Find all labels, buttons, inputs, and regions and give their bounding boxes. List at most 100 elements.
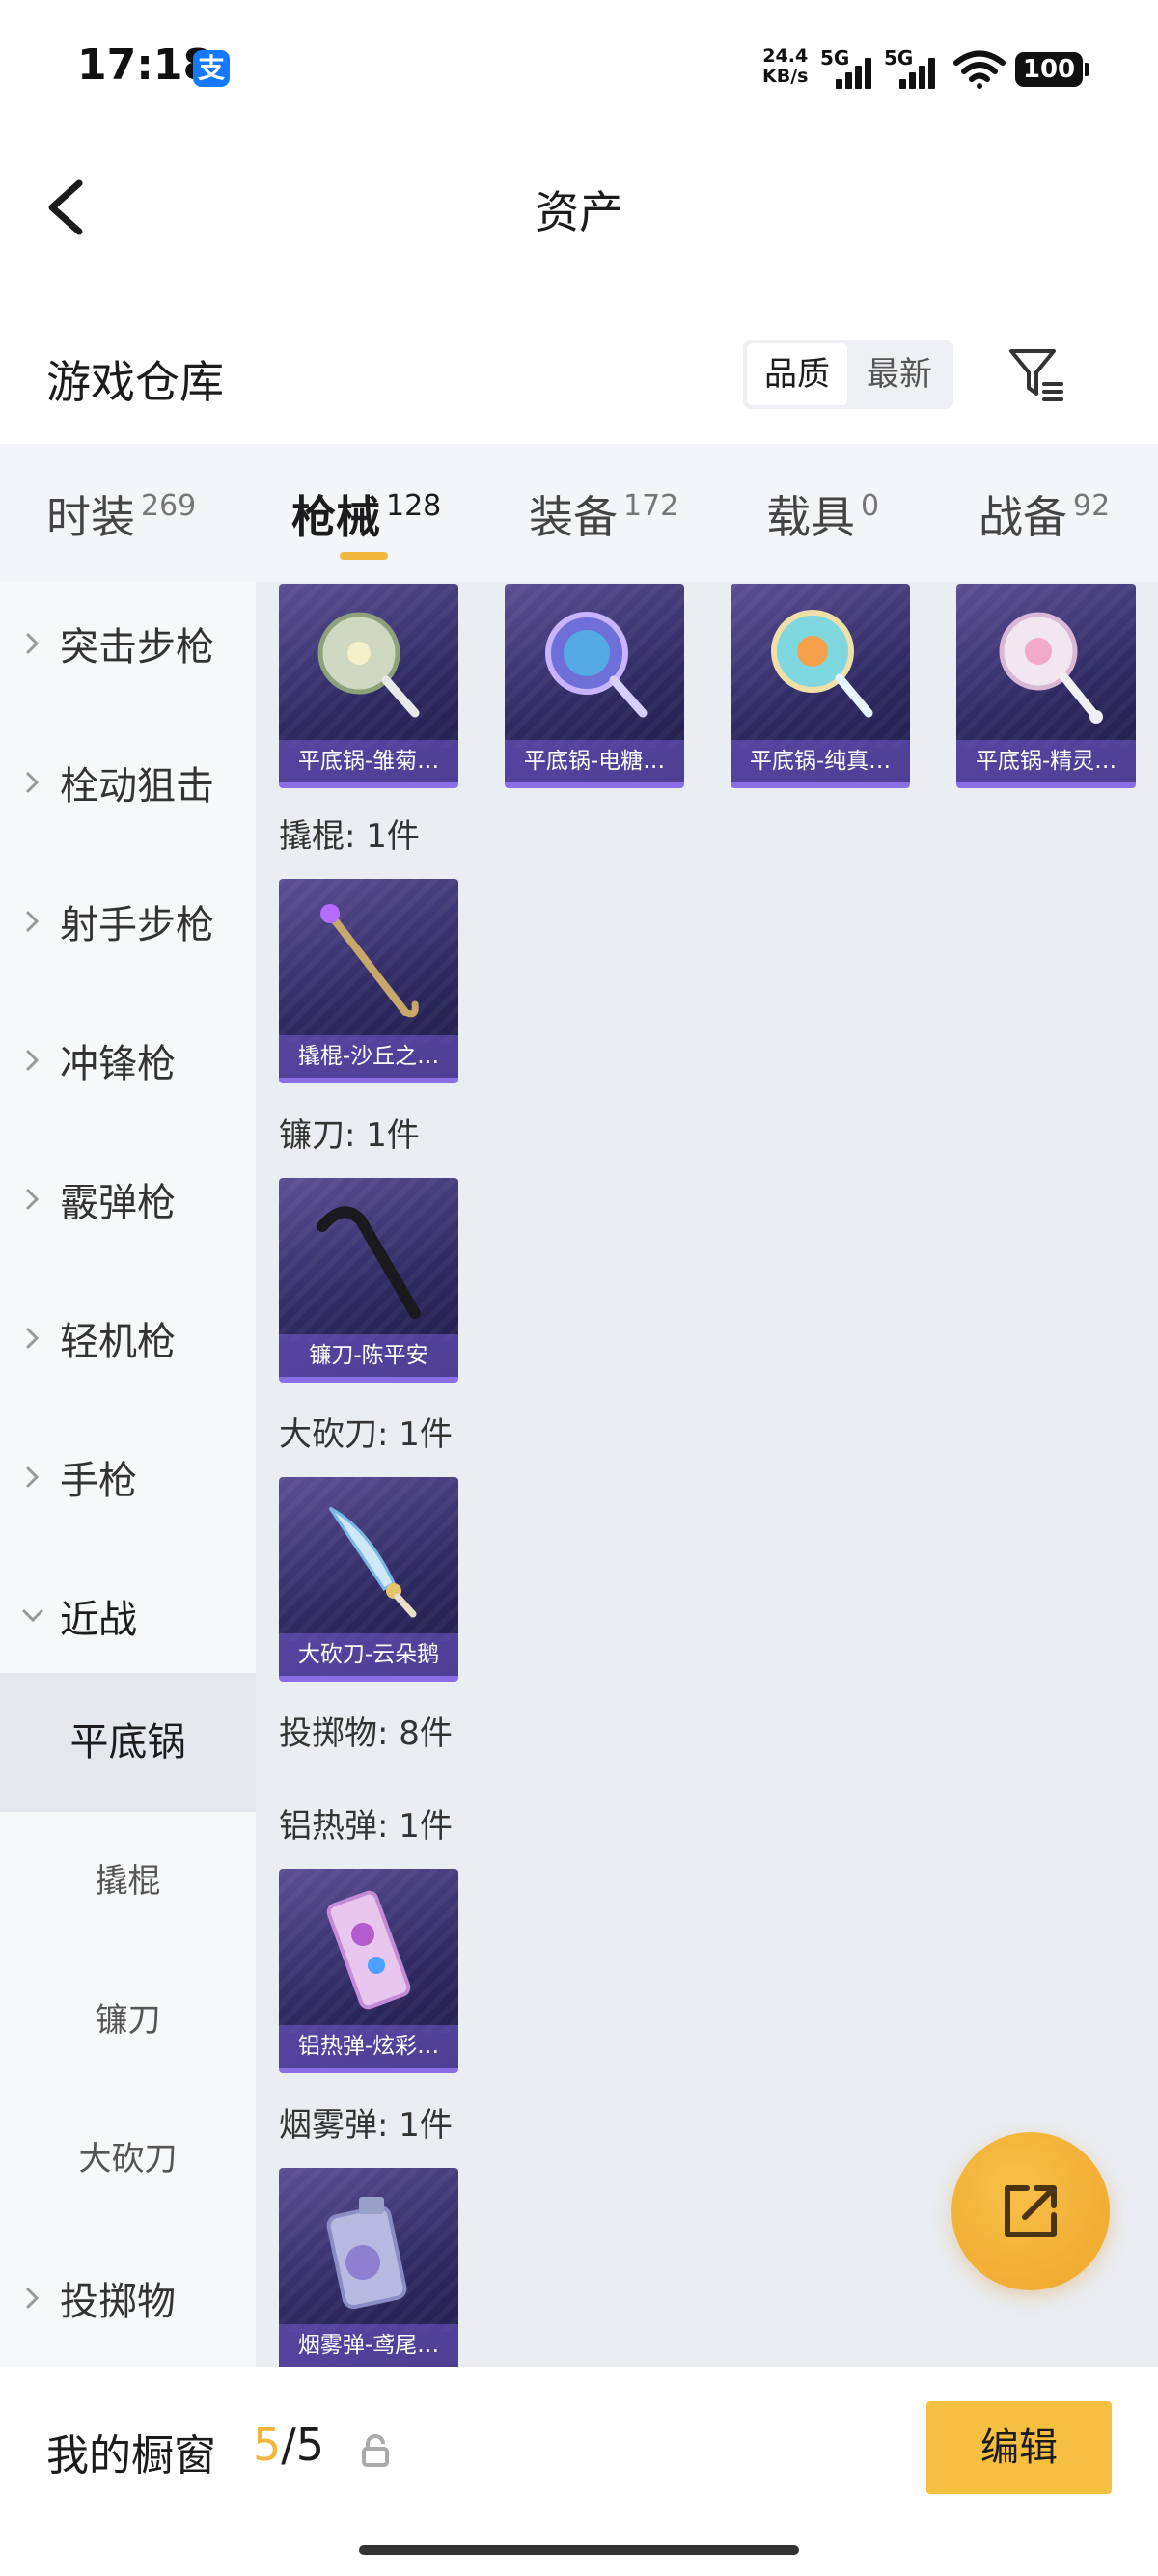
signal-1: 5G — [820, 46, 874, 89]
item-card[interactable]: 平底锅-纯真… — [731, 584, 910, 788]
page-title: 资产 — [535, 186, 623, 238]
sidebar: 突击步枪 栓动狙击 射手步枪 冲锋枪 霰弹枪 轻机枪 手枪 近战 平底锅 撬棍 … — [0, 582, 256, 2367]
chevron-right-icon — [26, 2288, 40, 2309]
filter-icon[interactable] — [1006, 343, 1067, 405]
chevron-down-icon — [22, 1609, 43, 1623]
daisy-pan-icon — [317, 612, 420, 718]
sidebar-item-pistol[interactable]: 手枪 — [0, 1408, 256, 1547]
sidebar-item-label: 轻机枪 — [60, 1320, 176, 1364]
candy-pan-icon — [545, 612, 648, 718]
chevron-right-icon — [26, 1328, 40, 1349]
net-speed: 24.4 KB/s — [762, 46, 808, 87]
category-tabs: 时装 269 枪械 128 装备 172 载具 0 战备 92 — [0, 444, 1158, 582]
sidebar-item-label: 手枪 — [60, 1459, 137, 1503]
item-grid: 平底锅-雏菊… 平底锅-电糖… 平底锅-纯真… 平底锅-精灵… 撬棍: 1件 撬… — [256, 582, 1158, 2367]
tab-label: 载具 — [766, 491, 855, 543]
item-caption: 铝热弹-炫彩… — [279, 2025, 458, 2068]
sort-option-quality[interactable]: 品质 — [747, 343, 847, 405]
item-card[interactable]: 平底锅-电糖… — [505, 584, 684, 788]
item-card[interactable]: 铝热弹-炫彩… — [279, 1869, 458, 2073]
item-caption: 平底锅-电糖… — [505, 740, 684, 782]
wifi-icon — [953, 50, 1006, 89]
item-caption: 大砍刀-云朵鹅 — [279, 1633, 458, 1676]
sidebar-item-label: 射手步枪 — [60, 903, 214, 947]
share-button[interactable] — [951, 2132, 1110, 2290]
signal-bars-icon — [834, 58, 874, 89]
sidebar-item-smg[interactable]: 冲锋枪 — [0, 991, 256, 1130]
net-speed-unit: KB/s — [762, 66, 809, 87]
item-card[interactable]: 平底锅-雏菊… — [279, 584, 458, 788]
battery-indicator: 100 — [1015, 52, 1089, 87]
tab-fashion[interactable]: 时装 269 — [46, 482, 196, 546]
item-caption: 镰刀-陈平安 — [279, 1334, 458, 1377]
sidebar-sub-crowbar[interactable]: 撬棍 — [0, 1812, 256, 1951]
tab-count: 172 — [623, 489, 679, 523]
sidebar-item-shotgun[interactable]: 霰弹枪 — [0, 1130, 256, 1269]
sidebar-sub-sickle[interactable]: 镰刀 — [0, 1951, 256, 2090]
showcase-label: 我的橱窗 — [46, 2431, 216, 2480]
section-title: 游戏仓库 — [46, 356, 224, 408]
item-card[interactable]: 平底锅-精灵… — [956, 584, 1136, 788]
fairy-pan-icon — [999, 612, 1103, 724]
tab-combat-supplies[interactable]: 战备 92 — [979, 482, 1110, 546]
item-caption: 平底锅-精灵… — [956, 740, 1136, 782]
sidebar-sub-frying-pan[interactable]: 平底锅 — [0, 1673, 256, 1812]
smoke-grenade-icon — [326, 2197, 407, 2310]
sidebar-sub-machete[interactable]: 大砍刀 — [0, 2090, 256, 2229]
sidebar-item-label: 霰弹枪 — [60, 1181, 176, 1225]
tab-label: 时装 — [46, 491, 135, 543]
alipay-icon: 支 — [193, 50, 230, 87]
chevron-right-icon — [26, 1050, 40, 1071]
sidebar-item-assault-rifle[interactable]: 突击步枪 — [0, 582, 256, 713]
sidebar-item-label: 突击步枪 — [60, 625, 214, 670]
active-tab-indicator — [340, 552, 388, 560]
group-label: 大砍刀: 1件 — [279, 1415, 453, 1454]
sickle-icon — [317, 1206, 421, 1319]
home-indicator[interactable] — [359, 2545, 799, 2555]
group-label: 投掷物: 8件 — [279, 1714, 453, 1753]
sidebar-item-label: 投掷物 — [60, 2280, 176, 2324]
tab-equipment[interactable]: 装备 172 — [529, 482, 678, 546]
item-caption: 平底锅-纯真… — [731, 740, 910, 782]
item-card[interactable]: 撬棍-沙丘之… — [279, 879, 458, 1083]
innocent-pan-icon — [771, 610, 873, 718]
item-caption: 平底锅-雏菊… — [279, 740, 458, 782]
sidebar-item-melee[interactable]: 近战 — [0, 1547, 256, 1685]
tab-label: 战备 — [979, 491, 1067, 543]
sidebar-item-throwables[interactable]: 投掷物 — [0, 2229, 256, 2367]
chevron-right-icon — [26, 1466, 40, 1488]
net-speed-value: 24.4 — [762, 45, 809, 67]
share-external-icon — [1005, 2185, 1057, 2237]
showcase-separator: / — [281, 2419, 296, 2471]
group-label: 镰刀: 1件 — [279, 1116, 420, 1155]
sidebar-item-label: 栓动狙击 — [60, 764, 214, 808]
sidebar-item-label: 冲锋枪 — [60, 1042, 176, 1086]
sidebar-item-label: 近战 — [60, 1598, 137, 1642]
tab-count: 269 — [141, 489, 197, 523]
nav-bar: 资产 — [0, 135, 1158, 280]
sort-option-newest[interactable]: 最新 — [849, 343, 950, 405]
sidebar-item-lmg[interactable]: 轻机枪 — [0, 1269, 256, 1408]
tab-vehicles[interactable]: 载具 0 — [766, 482, 879, 546]
chevron-right-icon — [26, 911, 40, 932]
tab-label: 装备 — [529, 491, 618, 543]
showcase-total: 5 — [295, 2419, 325, 2471]
tab-label: 枪械 — [291, 491, 380, 543]
status-bar: 17:18 支 24.4 KB/s 5G 5G 100 — [0, 0, 1158, 135]
group-label: 铝热弹: 1件 — [279, 1807, 453, 1846]
showcase-count: 5/5 — [253, 2419, 324, 2471]
thermite-grenade-icon — [326, 1890, 411, 2010]
item-card[interactable]: 大砍刀-云朵鹅 — [279, 1477, 458, 1682]
lock-icon — [362, 2434, 389, 2467]
section-header: 游戏仓库 品质 最新 — [0, 318, 1158, 434]
item-card[interactable]: 镰刀-陈平安 — [279, 1178, 458, 1383]
sidebar-item-marksman-rifle[interactable]: 射手步枪 — [0, 852, 256, 991]
sidebar-item-bolt-sniper[interactable]: 栓动狙击 — [0, 713, 256, 852]
edit-button[interactable]: 编辑 — [926, 2401, 1112, 2494]
tab-firearms[interactable]: 枪械 128 — [291, 482, 441, 546]
tab-count: 92 — [1073, 489, 1111, 523]
item-card[interactable]: 烟雾弹-鸢尾… — [279, 2168, 458, 2367]
item-caption: 烟雾弹-鸢尾… — [279, 2324, 458, 2367]
group-label: 烟雾弹: 1件 — [279, 2106, 453, 2145]
showcase-current: 5 — [253, 2419, 282, 2471]
